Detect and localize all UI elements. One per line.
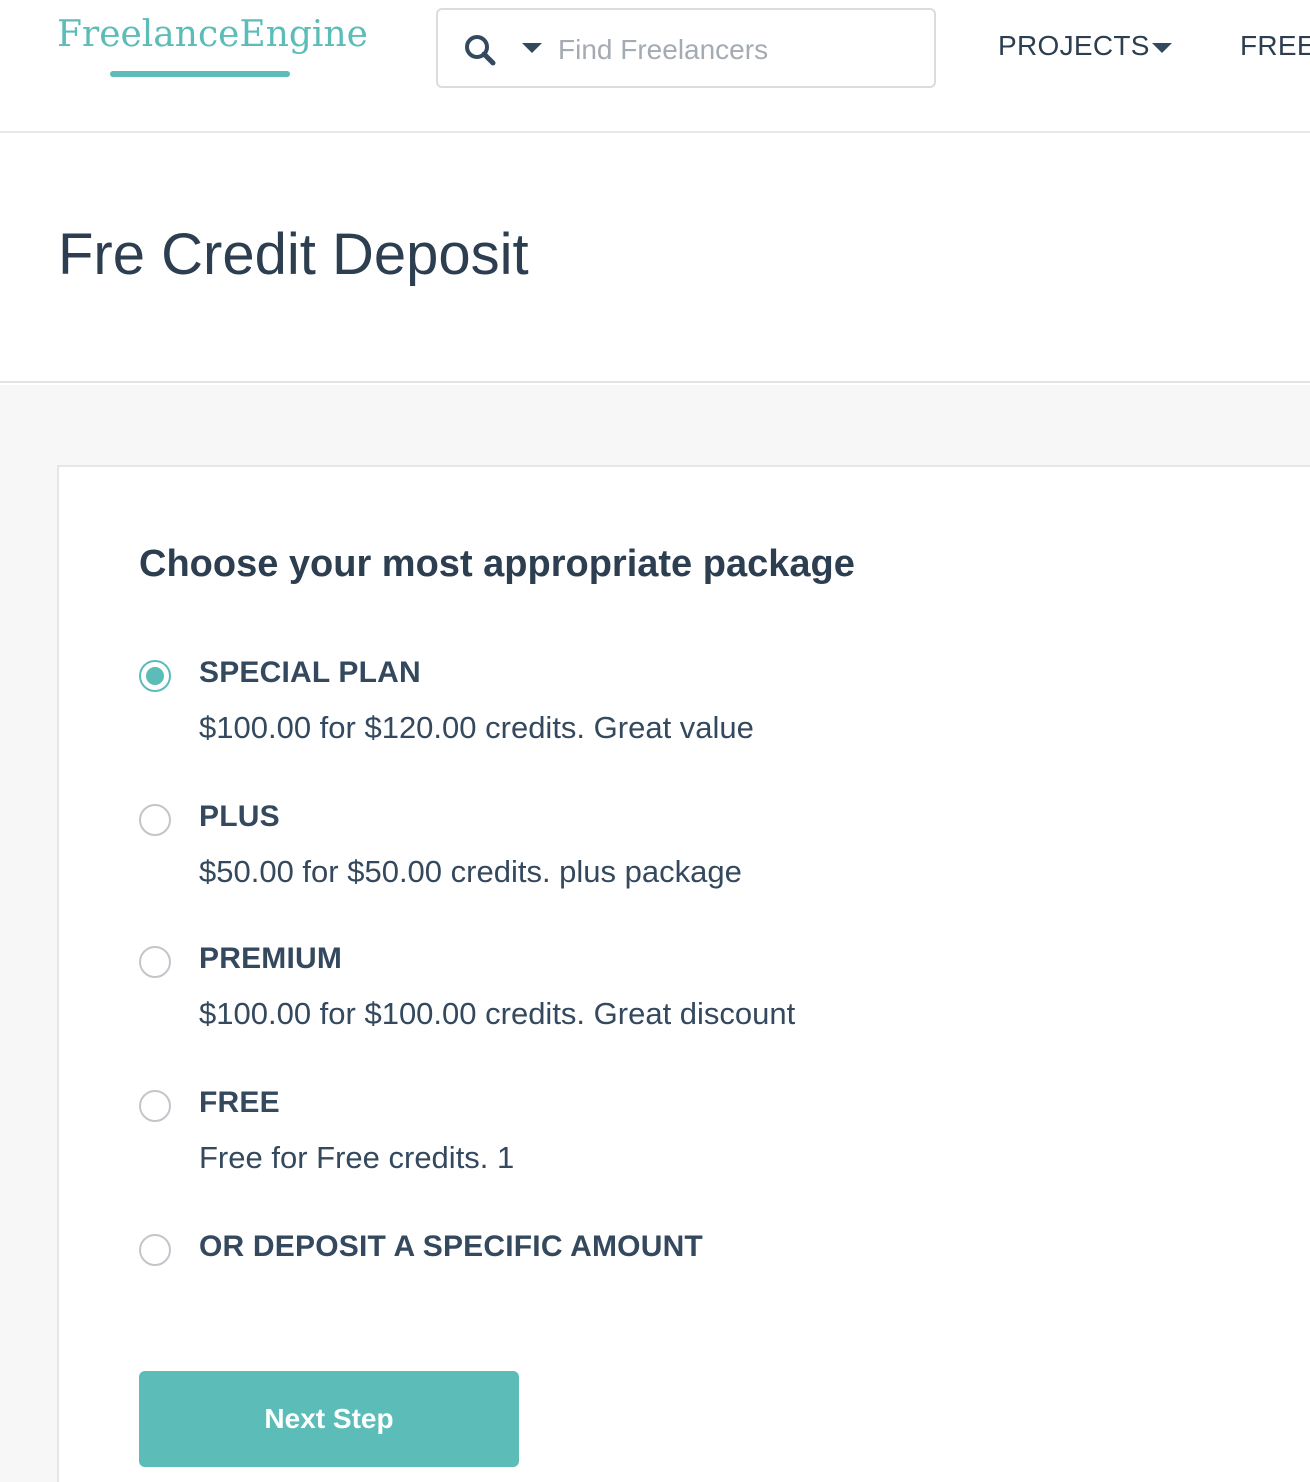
- package-card: Choose your most appropriate package SPE…: [57, 465, 1310, 1482]
- package-description: Free for Free credits. 1: [199, 1140, 515, 1175]
- package-name[interactable]: SPECIAL PLAN: [199, 656, 421, 690]
- nav-freelancers[interactable]: FREE: [1240, 30, 1310, 62]
- search-type-caret-down-icon[interactable]: [522, 43, 542, 53]
- package-name[interactable]: PREMIUM: [199, 942, 342, 976]
- next-step-button[interactable]: Next Step: [139, 1371, 519, 1467]
- page-title-band: Fre Credit Deposit: [0, 133, 1310, 383]
- nav-projects[interactable]: PROJECTS: [998, 30, 1150, 62]
- content-area: Choose your most appropriate package SPE…: [0, 385, 1310, 1482]
- site-logo[interactable]: FreelanceEngine: [57, 14, 368, 55]
- package-description: $50.00 for $50.00 credits. plus package: [199, 854, 742, 889]
- radio-checked-icon[interactable]: [139, 660, 171, 692]
- radio-unchecked-icon[interactable]: [139, 804, 171, 836]
- package-name[interactable]: FREE: [199, 1086, 280, 1120]
- radio-unchecked-icon[interactable]: [139, 946, 171, 978]
- radio-unchecked-icon[interactable]: [139, 1234, 171, 1266]
- package-name[interactable]: OR DEPOSIT A SPECIFIC AMOUNT: [199, 1230, 703, 1264]
- radio-unchecked-icon[interactable]: [139, 1090, 171, 1122]
- search-icon[interactable]: [462, 32, 498, 68]
- package-description: $100.00 for $120.00 credits. Great value: [199, 710, 754, 745]
- search-bar: [436, 8, 936, 88]
- page-title: Fre Credit Deposit: [58, 222, 529, 287]
- package-heading: Choose your most appropriate package: [139, 543, 855, 585]
- logo-underline: [110, 71, 290, 77]
- search-input[interactable]: [558, 28, 918, 72]
- package-name[interactable]: PLUS: [199, 800, 280, 834]
- package-description: $100.00 for $100.00 credits. Great disco…: [199, 996, 796, 1031]
- projects-caret-down-icon[interactable]: [1152, 43, 1172, 53]
- site-header: FreelanceEngine PROJECTS FREE: [0, 0, 1310, 133]
